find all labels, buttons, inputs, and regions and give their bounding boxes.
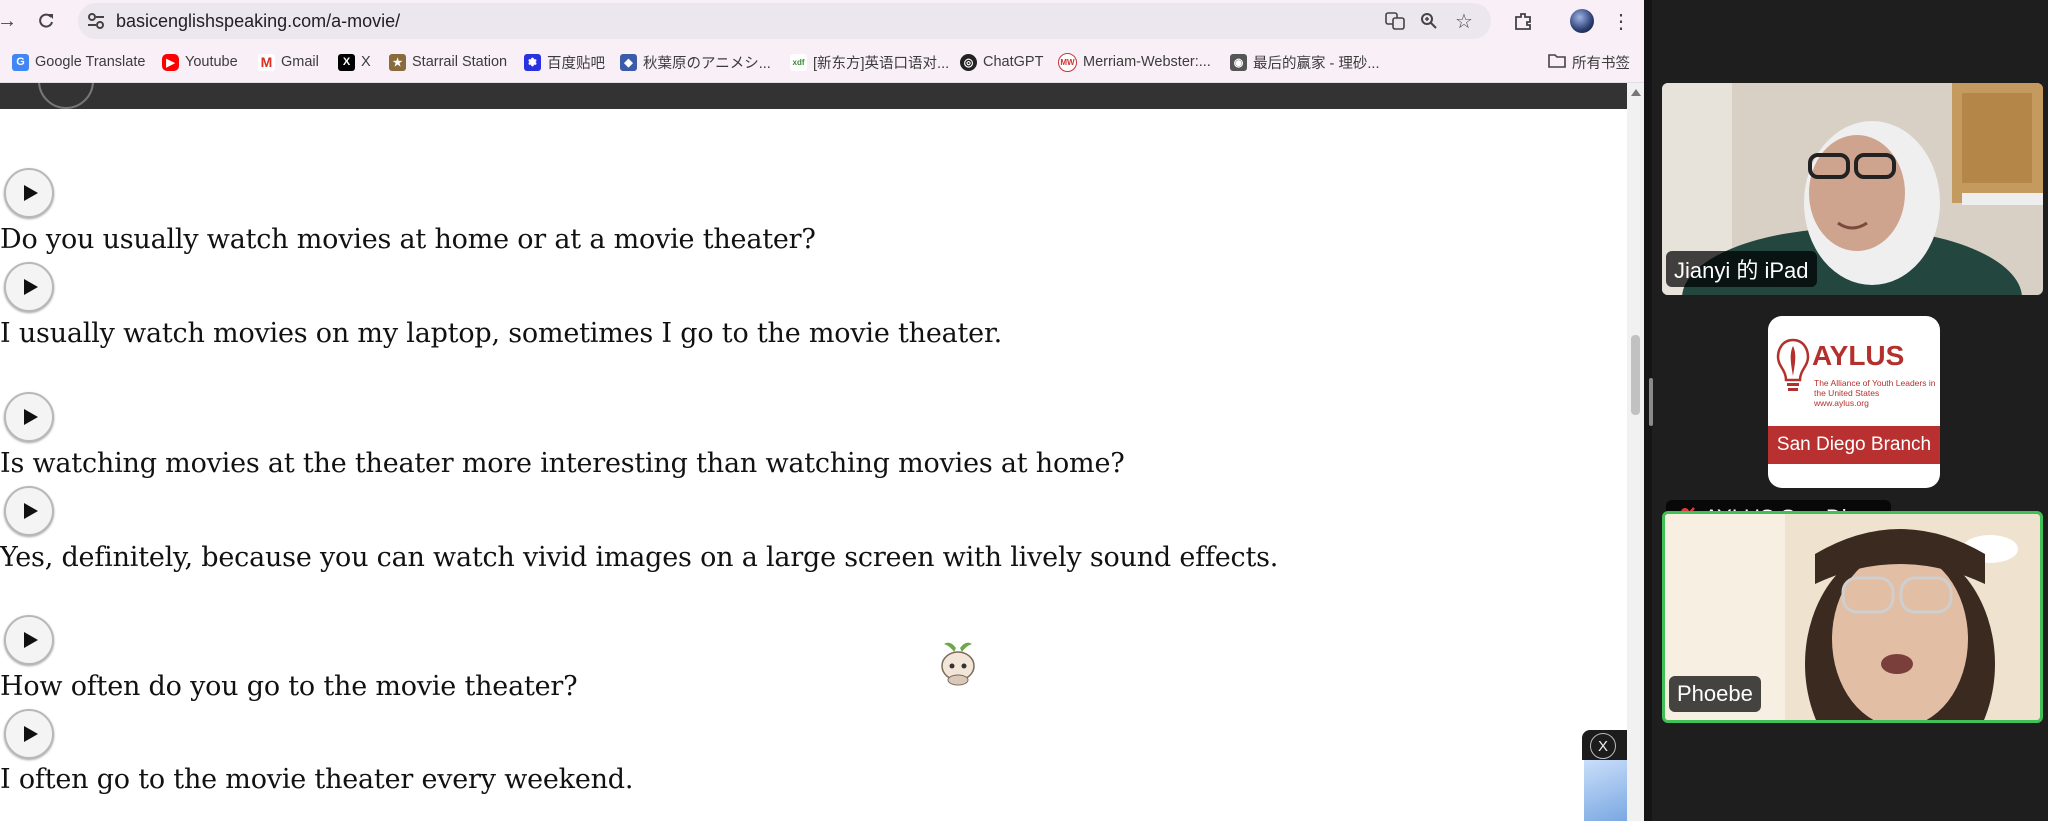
play-icon bbox=[23, 726, 38, 742]
bookmark-xdf[interactable]: xdf [新东方]英语口语对... bbox=[790, 52, 949, 72]
article-content: Do you usually watch movies at home or a… bbox=[0, 109, 1627, 821]
play-icon bbox=[23, 632, 38, 648]
browser-window: → basicenglishspeaking.com/a-movie/ ☆ ⋮ … bbox=[0, 0, 1644, 821]
bookmark-starrail[interactable]: ★ Starrail Station bbox=[389, 52, 507, 72]
bookmark-akiba[interactable]: ◆ 秋葉原のアニメシ... bbox=[620, 52, 771, 72]
bookmark-gmail[interactable]: M Gmail bbox=[258, 52, 319, 72]
aylus-branch-label: San Diego Branch bbox=[1768, 426, 1940, 464]
zoom-icon[interactable] bbox=[1418, 10, 1440, 32]
more-menu-icon[interactable]: ⋮ bbox=[1606, 6, 1636, 36]
play-audio-button[interactable] bbox=[4, 486, 54, 536]
play-icon bbox=[23, 503, 38, 519]
youtube-icon: ▶ bbox=[162, 53, 179, 71]
xdf-icon: xdf bbox=[790, 53, 807, 71]
play-icon bbox=[23, 409, 38, 425]
participant-name-label: Phoebe bbox=[1669, 676, 1761, 712]
question-line: Do you usually watch movies at home or a… bbox=[0, 224, 816, 255]
ad-image[interactable] bbox=[1584, 760, 1627, 821]
browser-toolbar: → basicenglishspeaking.com/a-movie/ ☆ ⋮ bbox=[0, 0, 1644, 42]
bookmark-baidu[interactable]: ✽ 百度贴吧 bbox=[524, 52, 605, 72]
answer-line: I often go to the movie theater every we… bbox=[0, 764, 634, 795]
participant-name-label: Jianyi 的 iPad bbox=[1666, 251, 1817, 287]
starrail-icon: ★ bbox=[389, 53, 406, 71]
reload-icon[interactable] bbox=[31, 6, 61, 36]
bookmark-x[interactable]: XX bbox=[338, 52, 371, 72]
answer-line: Yes, definitely, because you can watch v… bbox=[0, 542, 1279, 573]
all-bookmarks[interactable]: 所有书签 bbox=[1548, 52, 1630, 72]
play-icon bbox=[23, 185, 38, 201]
participant-tile[interactable]: AYLUS The Alliance of Youth Leaders in t… bbox=[1662, 316, 2043, 528]
play-audio-button[interactable] bbox=[4, 615, 54, 665]
close-icon: X bbox=[1590, 733, 1616, 759]
question-line: Is watching movies at the theater more i… bbox=[0, 448, 1125, 479]
google-translate-icon: G bbox=[12, 53, 29, 71]
akiba-icon: ◆ bbox=[620, 53, 637, 71]
play-audio-button[interactable] bbox=[4, 262, 54, 312]
play-audio-button[interactable] bbox=[4, 392, 54, 442]
extensions-icon[interactable] bbox=[1508, 6, 1538, 36]
play-audio-button[interactable] bbox=[4, 709, 54, 759]
play-audio-button[interactable] bbox=[4, 168, 54, 218]
answer-line: I usually watch movies on my laptop, som… bbox=[0, 318, 1003, 349]
aylus-wordmark: AYLUS bbox=[1812, 340, 1905, 371]
page-scrollbar[interactable] bbox=[1627, 83, 1644, 821]
aylus-tagline: The Alliance of Youth Leaders in the Uni… bbox=[1814, 378, 1936, 408]
scroll-up-arrow-icon[interactable] bbox=[1631, 89, 1641, 96]
site-icon: ◉ bbox=[1230, 53, 1247, 71]
address-bar[interactable]: basicenglishspeaking.com/a-movie/ ☆ bbox=[78, 3, 1491, 39]
aylus-logo: AYLUS The Alliance of Youth Leaders in t… bbox=[1768, 316, 1940, 488]
zoom-gallery-panel: Jianyi 的 iPad AYLUS The Alliance of Yout… bbox=[1644, 0, 2048, 821]
panel-resize-handle[interactable] bbox=[1649, 378, 1653, 426]
page-header-band bbox=[0, 83, 1627, 109]
translate-page-icon[interactable] bbox=[1384, 10, 1406, 32]
ad-close-button[interactable]: X bbox=[1582, 730, 1627, 760]
chatgpt-icon: ◎ bbox=[960, 53, 977, 71]
bookmark-google-translate[interactable]: G Google Translate bbox=[12, 52, 145, 72]
url-text[interactable]: basicenglishspeaking.com/a-movie/ bbox=[116, 11, 400, 32]
folder-icon bbox=[1548, 53, 1566, 72]
profile-avatar-icon[interactable] bbox=[1567, 6, 1597, 36]
scrollbar-thumb[interactable] bbox=[1631, 335, 1640, 415]
bookmark-chatgpt[interactable]: ◎ ChatGPT bbox=[960, 52, 1043, 72]
participant-tile-active-speaker[interactable]: Phoebe bbox=[1662, 511, 2043, 723]
x-icon: X bbox=[338, 53, 355, 71]
forward-icon[interactable]: → bbox=[0, 6, 22, 36]
baidu-icon: ✽ bbox=[524, 53, 541, 71]
bookmarks-bar: G Google Translate ▶ Youtube M Gmail XX ★ St… bbox=[0, 42, 1644, 83]
mascot-pet-icon[interactable] bbox=[936, 640, 982, 686]
bookmark-site[interactable]: ◉ 最后的赢家 - 理砂... bbox=[1230, 52, 1379, 72]
bookmark-star-icon[interactable]: ☆ bbox=[1453, 10, 1475, 33]
bookmark-youtube[interactable]: ▶ Youtube bbox=[162, 52, 238, 72]
lightbulb-icon bbox=[1776, 338, 1810, 391]
gmail-icon: M bbox=[258, 53, 275, 71]
play-icon bbox=[23, 279, 38, 295]
merriam-webster-icon: MW bbox=[1058, 52, 1077, 72]
bookmark-merriam-webster[interactable]: MW Merriam-Webster:... bbox=[1058, 52, 1211, 72]
question-line: How often do you go to the movie theater… bbox=[0, 671, 578, 702]
participant-tile[interactable]: Jianyi 的 iPad bbox=[1662, 83, 2043, 295]
header-logo-circle bbox=[38, 83, 94, 109]
site-info-icon[interactable] bbox=[86, 11, 106, 31]
